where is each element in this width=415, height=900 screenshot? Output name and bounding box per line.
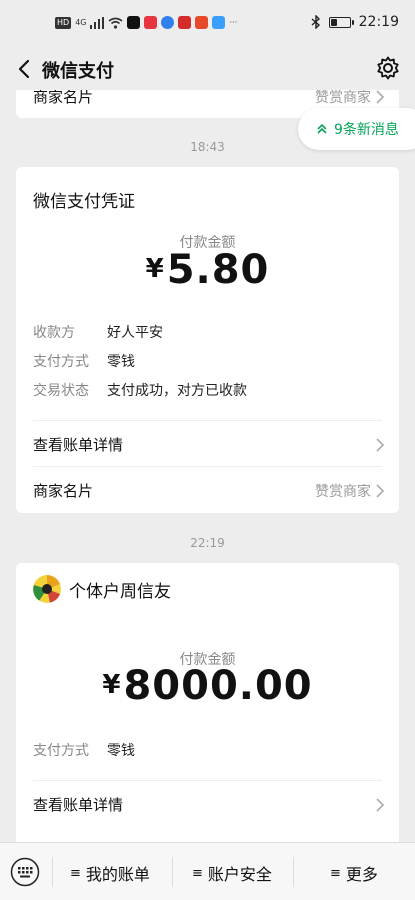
network-gen-label: 4G [75,18,87,27]
chevron-right-icon [376,437,385,452]
blue-app-icon [161,16,175,29]
currency-symbol: ¥ [102,670,122,700]
divider [33,466,382,467]
merchant-card-label: 商家名片 [33,90,94,106]
timestamp: 22:19 [190,536,225,550]
detail-key: 交易状态 [33,383,89,399]
receipt-title: 微信支付凭证 [33,192,135,212]
more-notifications-icon: ··· [229,18,238,27]
chevron-right-icon [376,90,385,104]
detail-row-payee: 收款方 好人平安 [33,322,163,342]
merchant-payment-card: 个体户周信友 付款金额 ¥8000.00 支付方式 零钱 查看账单详情 [16,563,399,842]
payment-amount: ¥5.80 [16,247,399,293]
merchant-card-row[interactable]: 商家名片 赞赏商家 [33,90,385,107]
wifi-icon [108,17,123,29]
appreciate-merchant-label: 赞赏商家 [315,90,371,106]
menu-my-bills[interactable]: ≡ 我的账单 [70,861,150,885]
separator [52,857,53,887]
status-bar: HD 4G ··· 22:19 [0,0,415,48]
bluetooth-icon [311,15,320,29]
tiktok-app-icon [127,16,141,29]
back-arrow-icon[interactable] [12,56,38,82]
amount-value: 5.80 [166,247,270,293]
view-bill-row[interactable]: 查看账单详情 [33,434,385,455]
detail-key: 收款方 [33,325,75,341]
double-chevron-up-icon [317,123,327,134]
detail-value: 支付成功，对方已收款 [107,383,247,399]
gear-icon[interactable] [375,55,401,81]
hd-badge: HD [55,16,72,29]
detail-row-status: 交易状态 支付成功，对方已收款 [33,380,247,400]
menu-label: 账户安全 [207,865,272,884]
detail-value: 好人平安 [107,325,163,341]
detail-key: 支付方式 [33,743,89,759]
store-app-icon [195,16,209,29]
new-messages-label: 9条新消息 [334,122,399,138]
currency-symbol: ¥ [145,254,165,284]
merchant-header[interactable]: 个体户周信友 [33,575,171,603]
status-icons-left: HD 4G ··· [55,16,237,29]
bottom-menu-bar: ≡ 我的账单 ≡ 账户安全 ≡ 更多 [0,842,415,900]
status-icons-right: 22:19 [311,14,399,30]
menu-icon: ≡ [70,865,81,881]
separator [172,857,173,887]
merchant-card-row[interactable]: 商家名片 赞赏商家 [33,480,385,501]
cloud-app-icon [212,16,226,29]
divider [33,420,382,421]
status-time: 22:19 [358,14,399,30]
new-messages-button[interactable]: 9条新消息 [298,108,415,150]
view-bill-label: 查看账单详情 [33,436,124,454]
payment-receipt-card: 微信支付凭证 付款金额 ¥5.80 收款方 好人平安 支付方式 零钱 交易状态 … [16,167,399,513]
menu-icon: ≡ [192,865,203,881]
nav-bar: 微信支付 [0,48,415,90]
separator [293,857,294,887]
merchant-avatar [33,575,61,603]
appreciate-merchant-label: 赞赏商家 [315,483,371,500]
amount-value: 8000.00 [123,663,313,709]
menu-icon: ≡ [330,865,341,881]
merchant-name: 个体户周信友 [69,581,171,602]
view-bill-label: 查看账单详情 [33,796,124,814]
detail-value: 零钱 [107,354,135,370]
view-bill-row[interactable]: 查看账单详情 [33,794,385,815]
red-app-icon [144,16,158,29]
menu-label: 更多 [345,865,378,884]
message-feed[interactable]: 商家名片 赞赏商家 18:43 微信支付凭证 付款金额 ¥5.80 收款方 好人… [0,90,415,842]
detail-row-method: 支付方式 零钱 [33,351,135,371]
payment-amount: ¥8000.00 [16,663,399,709]
page-title: 微信支付 [42,61,114,82]
menu-account-security[interactable]: ≡ 账户安全 [192,861,272,885]
detail-row-method: 支付方式 零钱 [33,740,135,760]
chevron-right-icon [376,483,385,498]
battery-icon [328,16,354,28]
detail-value: 零钱 [107,743,135,759]
detail-key: 支付方式 [33,354,89,370]
menu-label: 我的账单 [85,865,150,884]
news-app-icon [178,16,192,29]
divider [33,780,382,781]
signal-icon [90,16,105,29]
merchant-card-label: 商家名片 [33,482,94,500]
keyboard-icon[interactable] [10,857,40,887]
battery-level [330,18,337,26]
menu-more[interactable]: ≡ 更多 [330,861,378,885]
chevron-right-icon [376,797,385,812]
